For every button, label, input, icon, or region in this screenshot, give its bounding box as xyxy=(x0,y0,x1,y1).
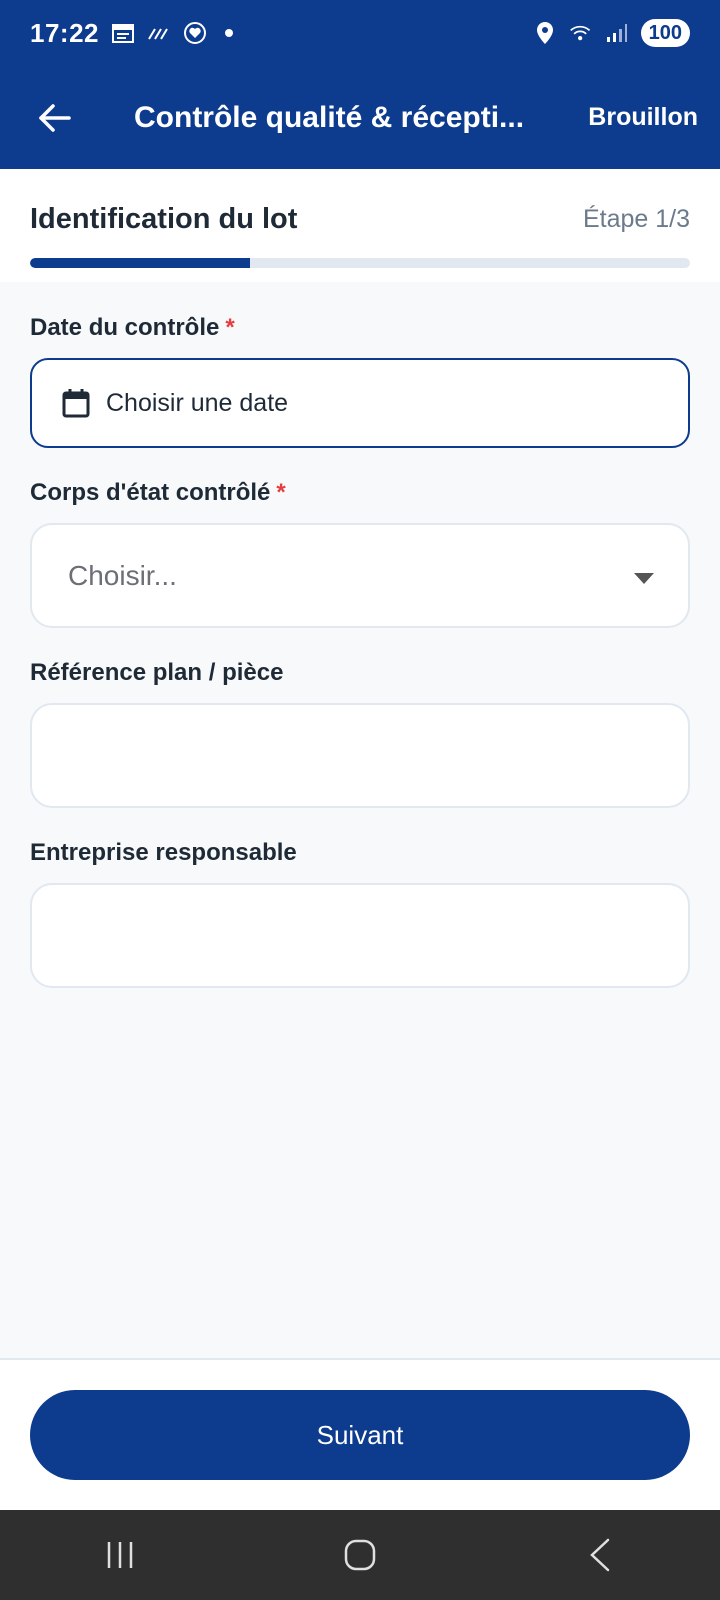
home-icon xyxy=(344,1539,376,1571)
company-input[interactable] xyxy=(30,883,690,988)
chevron-down-icon xyxy=(634,573,654,584)
status-right: 100 xyxy=(533,19,690,47)
system-nav-bar xyxy=(0,1510,720,1600)
status-left: 17:22 xyxy=(30,18,233,49)
bottom-action-panel: Suivant xyxy=(0,1358,720,1510)
arrow-left-icon xyxy=(39,103,71,132)
trade-label-text: Corps d'état contrôlé xyxy=(30,479,271,506)
step-counter: Étape 1/3 xyxy=(582,205,690,233)
step-progress-bar xyxy=(30,258,690,268)
next-button[interactable]: Suivant xyxy=(30,1390,690,1480)
status-bar: 17:22 100 xyxy=(0,0,720,66)
recent-apps-button[interactable] xyxy=(80,1525,160,1585)
calendar-icon xyxy=(62,389,90,418)
step-header: Identification du lot Étape 1/3 xyxy=(0,169,720,282)
date-placeholder: Choisir une date xyxy=(106,388,289,417)
step-title: Identification du lot xyxy=(30,203,298,235)
location-icon xyxy=(533,21,557,45)
battery-indicator: 100 xyxy=(640,19,690,47)
home-button[interactable] xyxy=(320,1525,400,1585)
wifi-icon xyxy=(569,21,593,45)
signal-lines-icon xyxy=(147,21,171,45)
required-mark: * xyxy=(276,479,286,506)
calendar-icon xyxy=(111,21,135,45)
step-progress-fill xyxy=(30,258,250,268)
chevron-left-icon xyxy=(590,1538,610,1572)
draft-button[interactable]: Brouillon xyxy=(588,103,698,132)
back-nav-button[interactable] xyxy=(560,1525,640,1585)
clock: 17:22 xyxy=(30,17,99,48)
reference-input[interactable] xyxy=(30,703,690,808)
trade-select[interactable]: Choisir... xyxy=(30,523,690,628)
heart-shield-icon xyxy=(183,21,207,45)
app-bar: Contrôle qualité & récepti... Brouillon xyxy=(0,66,720,169)
cell-signal-icon xyxy=(605,21,629,45)
date-picker-field[interactable]: Choisir une date xyxy=(30,358,690,448)
notification-dot xyxy=(225,29,233,37)
reference-label: Référence plan / pièce xyxy=(30,659,284,686)
page-title: Contrôle qualité & récepti... xyxy=(134,100,525,134)
required-mark: * xyxy=(225,314,235,341)
date-label: Date du contrôle * xyxy=(30,314,235,342)
recent-apps-icon xyxy=(107,1542,133,1568)
trade-label: Corps d'état contrôlé * xyxy=(30,479,286,507)
company-label: Entreprise responsable xyxy=(30,839,297,866)
back-button[interactable] xyxy=(0,66,110,169)
trade-select-placeholder: Choisir... xyxy=(68,559,177,591)
date-label-text: Date du contrôle xyxy=(30,314,220,341)
